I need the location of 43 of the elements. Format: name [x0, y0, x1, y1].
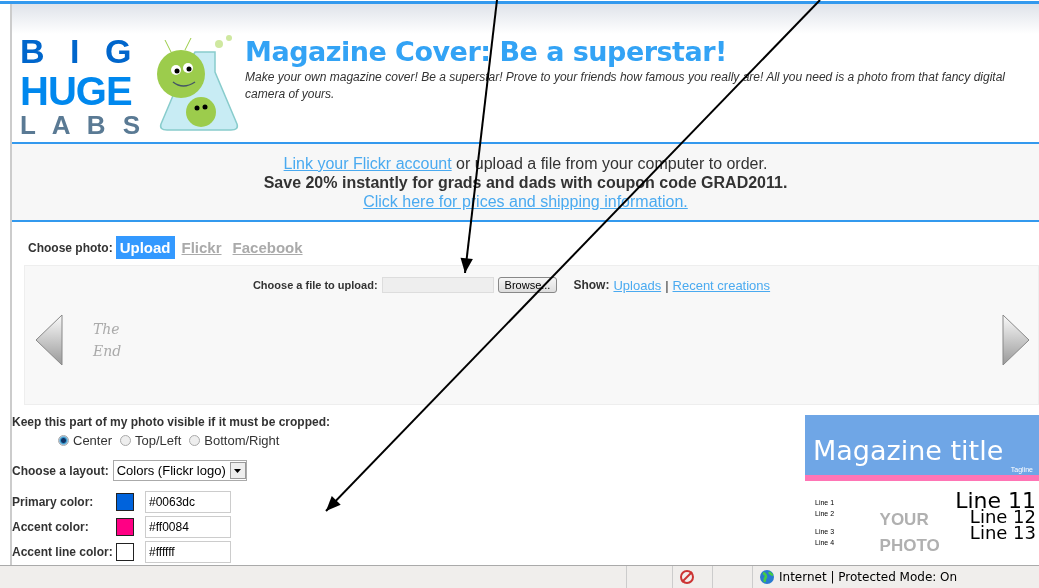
source-tab[interactable]: Upload — [115, 236, 175, 259]
radio-label: Top/Left — [135, 433, 182, 448]
page-title: Magazine Cover: Be a superstar! — [245, 36, 728, 67]
layout-label: Choose a layout: — [12, 463, 109, 478]
radio-button[interactable] — [120, 435, 132, 446]
layout-dropdown[interactable]: Colors (Flickr logo) — [112, 460, 247, 481]
color-swatch[interactable] — [116, 493, 134, 511]
photo-watermark-text: PHOTO — [879, 535, 940, 557]
color-swatch[interactable] — [116, 518, 134, 536]
cover-headline: Line 12 — [969, 509, 1036, 525]
previous-arrow-icon[interactable] — [35, 313, 63, 366]
color-field[interactable]: #ffffff — [145, 541, 231, 563]
color-label: Primary color: — [12, 495, 95, 509]
choose-photo-label: Choose photo: — [28, 240, 113, 255]
source-tab[interactable]: Facebook — [228, 236, 307, 259]
color-field[interactable]: #0063dc — [145, 491, 231, 513]
photo-thumbnail[interactable]: The End — [93, 317, 122, 362]
radio-button[interactable] — [189, 435, 201, 446]
site-logo[interactable]: B I G HUGE L A B S — [20, 34, 146, 139]
color-swatch[interactable] — [116, 543, 134, 561]
caret-icon — [234, 468, 242, 473]
next-arrow-icon[interactable] — [1002, 313, 1030, 366]
flickr-link[interactable]: Link your Flickr account — [283, 154, 452, 172]
upload-label: Choose a file to upload: — [252, 279, 378, 291]
radio-label: Center — [73, 433, 113, 448]
radio-button[interactable] — [58, 435, 69, 446]
color-label: Accent line color: — [12, 545, 114, 559]
recent-creations-link[interactable]: Recent creations — [672, 277, 771, 293]
show-label: Show: — [573, 278, 610, 292]
crop-label: Keep this part of my photo visible if it must be cropped: — [12, 415, 332, 429]
magazine-title: Magazine title — [813, 435, 1005, 466]
radio-label: Bottom/Right — [204, 433, 280, 448]
globe-icon — [759, 569, 775, 585]
cover-headline: Line 11 — [955, 493, 1036, 509]
photo-watermark-text: YOUR — [879, 509, 930, 531]
link-separator: | — [665, 277, 669, 293]
uploads-link[interactable]: Uploads — [613, 277, 662, 293]
color-field[interactable]: #ff0084 — [145, 516, 231, 538]
cover-headline: Line 13 — [969, 525, 1036, 541]
zone-status: Internet | Protected Mode: On — [779, 570, 958, 584]
source-tab[interactable]: Flickr — [177, 236, 226, 259]
file-field[interactable] — [381, 277, 494, 293]
color-label: Accent color: — [12, 520, 90, 534]
